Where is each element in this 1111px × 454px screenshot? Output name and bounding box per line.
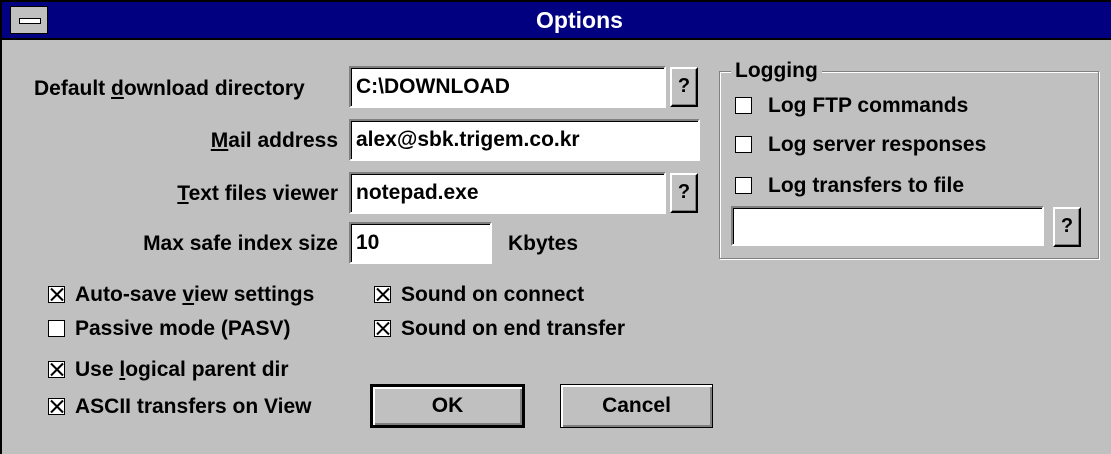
mail-address-field[interactable] xyxy=(349,119,700,161)
log-file-input[interactable] xyxy=(738,208,1037,244)
mail-address-label: Mail address xyxy=(210,129,338,152)
download-dir-input[interactable] xyxy=(356,68,659,106)
system-menu-button[interactable] xyxy=(10,6,48,34)
window-title: Options xyxy=(536,7,623,33)
checkbox-unchecked-icon xyxy=(735,177,752,194)
cancel-button[interactable]: Cancel xyxy=(560,384,713,428)
passive-mode-label: Passive mode (PASV) xyxy=(75,317,291,340)
max-index-input[interactable] xyxy=(356,224,485,262)
checkbox-checked-icon xyxy=(48,361,65,378)
ascii-view-checkbox[interactable]: ASCII transfers on View xyxy=(48,393,358,421)
sound-end-checkbox[interactable]: Sound on end transfer xyxy=(374,315,674,343)
sound-connect-checkbox[interactable]: Sound on connect xyxy=(374,281,674,309)
title-bar: Options xyxy=(2,2,1111,40)
download-dir-label: Default download directory xyxy=(34,77,305,100)
log-ftp-checkbox[interactable]: Log FTP commands xyxy=(735,92,1035,120)
download-dir-field[interactable] xyxy=(349,66,666,108)
log-ftp-label: Log FTP commands xyxy=(768,94,969,117)
logical-parent-checkbox[interactable]: Use logical parent dir xyxy=(48,356,348,384)
auto-save-label: Auto-save view settings xyxy=(75,283,315,306)
log-file-field[interactable] xyxy=(731,206,1044,246)
system-menu-icon xyxy=(19,18,41,24)
max-index-unit: Kbytes xyxy=(508,232,579,255)
mail-address-input[interactable] xyxy=(356,121,693,159)
checkbox-unchecked-icon xyxy=(735,97,752,114)
checkbox-checked-icon xyxy=(48,398,65,415)
log-file-checkbox[interactable]: Log transfers to file xyxy=(735,172,1035,200)
sound-connect-label: Sound on connect xyxy=(401,283,585,306)
download-dir-browse-button[interactable]: ? xyxy=(670,67,698,107)
checkbox-checked-icon xyxy=(48,286,65,303)
checkbox-unchecked-icon xyxy=(735,136,752,153)
logging-group-title: Logging xyxy=(731,58,822,84)
max-index-label: Max safe index size xyxy=(143,232,338,255)
text-viewer-browse-button[interactable]: ? xyxy=(670,173,698,213)
logical-parent-label: Use logical parent dir xyxy=(75,358,289,381)
text-viewer-label: Text files viewer xyxy=(177,182,338,205)
passive-mode-checkbox[interactable]: Passive mode (PASV) xyxy=(48,315,348,343)
ok-button[interactable]: OK xyxy=(370,384,525,428)
auto-save-checkbox[interactable]: Auto-save view settings xyxy=(48,281,358,309)
text-viewer-field[interactable] xyxy=(349,172,666,214)
checkbox-checked-icon xyxy=(374,320,391,337)
sound-end-label: Sound on end transfer xyxy=(401,317,626,340)
log-server-checkbox[interactable]: Log server responses xyxy=(735,131,1035,159)
log-file-browse-button[interactable]: ? xyxy=(1053,207,1081,247)
text-viewer-input[interactable] xyxy=(356,174,659,212)
checkbox-unchecked-icon xyxy=(48,320,65,337)
max-index-field[interactable] xyxy=(349,222,492,264)
log-server-label: Log server responses xyxy=(768,133,987,156)
log-file-label: Log transfers to file xyxy=(768,174,965,197)
checkbox-checked-icon xyxy=(374,286,391,303)
ascii-view-label: ASCII transfers on View xyxy=(75,395,312,418)
